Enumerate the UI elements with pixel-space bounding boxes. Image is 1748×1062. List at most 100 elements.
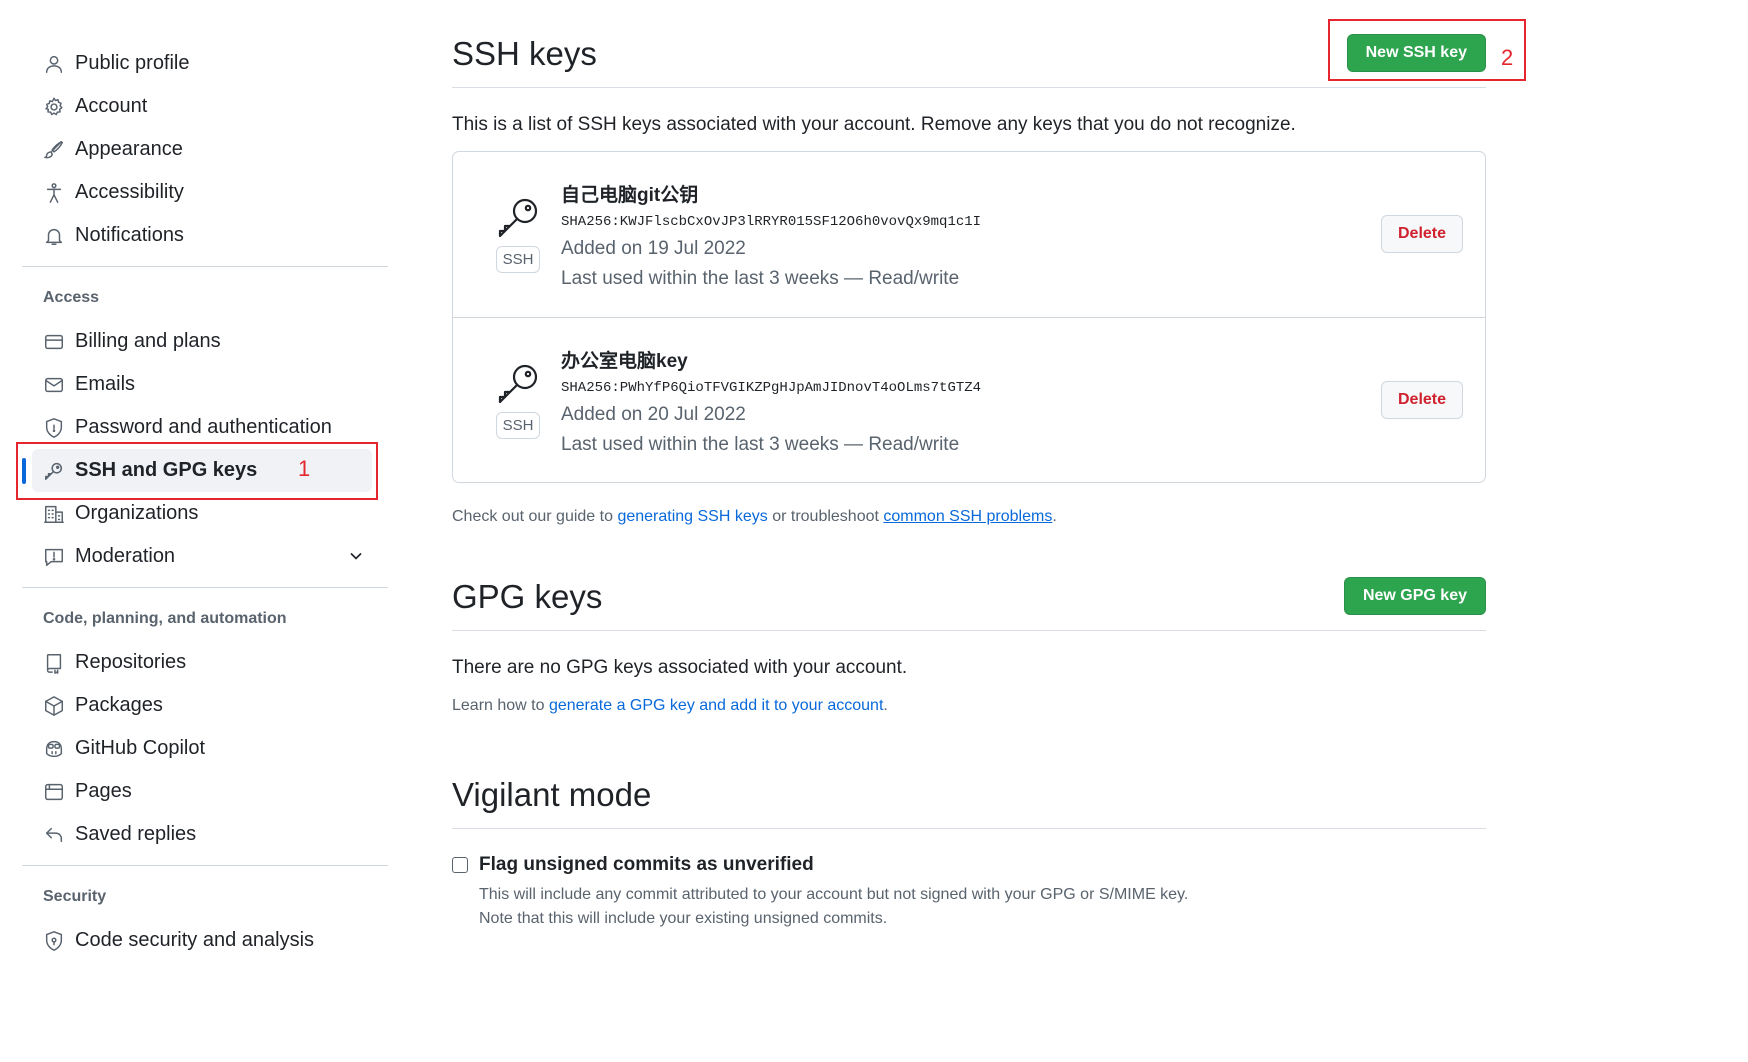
- sidebar-group-title: Access: [43, 289, 100, 306]
- ssh-keys-description: This is a list of SSH keys associated wi…: [452, 114, 1296, 135]
- sidebar-item-account[interactable]: Account: [22, 85, 388, 128]
- shield-lock-icon: [42, 416, 66, 440]
- sidebar-item-notifications[interactable]: Notifications: [22, 214, 388, 257]
- sidebar-divider: [22, 266, 388, 267]
- bell-icon: [42, 224, 66, 248]
- report-icon: [42, 545, 66, 569]
- sidebar-item-public-profile[interactable]: Public profile: [22, 42, 388, 85]
- settings-sidebar: Public profile Account Appearance Access…: [22, 42, 388, 962]
- ssh-guide-prefix: Check out our guide to: [452, 508, 618, 525]
- ssh-keys-header: SSH keys New SSH key: [452, 22, 1486, 88]
- browser-icon: [42, 780, 66, 804]
- mail-icon: [42, 373, 66, 397]
- credit-card-icon: [42, 330, 66, 354]
- ssh-key-last-used: Last used within the last 3 weeks — Read…: [561, 434, 960, 455]
- vigilant-mode-note-1: This will include any commit attributed …: [479, 886, 1189, 903]
- sidebar-item-emails[interactable]: Emails: [22, 363, 388, 406]
- sidebar-item-saved-replies[interactable]: Saved replies: [22, 813, 388, 856]
- sidebar-item-pages[interactable]: Pages: [22, 770, 388, 813]
- sidebar-group-title: Security: [43, 888, 107, 905]
- sidebar-item-moderation[interactable]: Moderation: [22, 535, 388, 578]
- ssh-key-item: SSH 自己电脑git公钥 SHA256:KWJFlscbCxOvJP3lRRY…: [453, 152, 1485, 317]
- sidebar-item-label: Account: [75, 95, 148, 117]
- ssh-guide-text: Check out our guide to generating SSH ke…: [452, 508, 1486, 526]
- ssh-key-fingerprint: SHA256:KWJFlscbCxOvJP3lRRYR015SF12O6h0vo…: [561, 214, 982, 230]
- sidebar-item-billing[interactable]: Billing and plans: [22, 320, 388, 363]
- main-content: SSH keys New SSH key This is a list of S…: [452, 22, 1486, 931]
- vigilant-mode-note-2: Note that this will include your existin…: [479, 910, 888, 927]
- key-icon: [495, 360, 543, 408]
- sidebar-item-label: Saved replies: [75, 823, 197, 845]
- new-ssh-key-button[interactable]: New SSH key: [1346, 34, 1486, 72]
- key-icon: [495, 194, 543, 242]
- new-gpg-key-button[interactable]: New GPG key: [1343, 577, 1486, 615]
- accessibility-icon: [42, 181, 66, 205]
- paintbrush-icon: [42, 138, 66, 162]
- ssh-key-last-used: Last used within the last 3 weeks — Read…: [561, 268, 960, 289]
- ssh-key-fingerprint: SHA256:PWhYfP6QioTFVGIKZPgHJpAmJIDnovT4o…: [561, 380, 982, 396]
- ssh-badge: SSH: [496, 412, 540, 439]
- sidebar-item-label: Password and authentication: [75, 416, 332, 438]
- sidebar-item-label: Billing and plans: [75, 330, 221, 352]
- reply-icon: [42, 823, 66, 847]
- person-icon: [42, 52, 66, 76]
- vigilant-mode-header: Vigilant mode: [452, 763, 1486, 829]
- gpg-learn-text: Learn how to generate a GPG key and add …: [452, 697, 1486, 715]
- sidebar-divider: [22, 865, 388, 866]
- ssh-key-added-date: Added on 20 Jul 2022: [561, 404, 746, 425]
- sidebar-item-repositories[interactable]: Repositories: [22, 641, 388, 684]
- sidebar-item-label: Repositories: [75, 651, 187, 673]
- ssh-key-item: SSH 办公室电脑key SHA256:PWhYfP6QioTFVGIKZPgH…: [453, 317, 1485, 482]
- gpg-learn-prefix: Learn how to: [452, 697, 549, 714]
- sidebar-item-appearance[interactable]: Appearance: [22, 128, 388, 171]
- sidebar-item-copilot[interactable]: GitHub Copilot: [22, 727, 388, 770]
- ssh-keys-title: SSH keys: [452, 35, 597, 72]
- delete-ssh-key-button[interactable]: Delete: [1381, 381, 1463, 419]
- chevron-down-icon[interactable]: [346, 546, 366, 572]
- sidebar-item-label: Pages: [75, 780, 132, 802]
- sidebar-item-label: GitHub Copilot: [75, 737, 206, 759]
- sidebar-item-label: Code security and analysis: [75, 929, 315, 951]
- ssh-key-title: 自己电脑git公钥: [561, 185, 699, 206]
- sidebar-item-label: Emails: [75, 373, 136, 395]
- shield-lock-icon: [42, 929, 66, 953]
- sidebar-item-code-security[interactable]: Code security and analysis: [22, 919, 388, 962]
- sidebar-item-accessibility[interactable]: Accessibility: [22, 171, 388, 214]
- sidebar-item-label: Organizations: [75, 502, 199, 524]
- vigilant-mode-option: Flag unsigned commits as unverified: [452, 854, 1486, 876]
- gear-icon: [42, 95, 66, 119]
- ssh-badge: SSH: [496, 246, 540, 273]
- gpg-learn-suffix: .: [883, 697, 888, 714]
- gpg-keys-header: GPG keys New GPG key: [452, 565, 1486, 631]
- sidebar-item-label: Packages: [75, 694, 163, 716]
- sidebar-item-packages[interactable]: Packages: [22, 684, 388, 727]
- ssh-key-title: 办公室电脑key: [561, 351, 688, 372]
- gpg-keys-title: GPG keys: [452, 578, 603, 615]
- repo-icon: [42, 651, 66, 675]
- sidebar-group-title: Code, planning, and automation: [43, 610, 287, 627]
- ssh-key-added-date: Added on 19 Jul 2022: [561, 238, 746, 259]
- annotation-label-2: 2: [1501, 45, 1514, 70]
- generate-gpg-key-link[interactable]: generate a GPG key and add it to your ac…: [549, 697, 883, 714]
- gpg-empty-message: There are no GPG keys associated with yo…: [452, 657, 908, 678]
- annotation-label-1: 1: [298, 456, 311, 481]
- copilot-icon: [42, 737, 66, 761]
- sidebar-item-label: Public profile: [75, 52, 190, 74]
- package-icon: [42, 694, 66, 718]
- flag-unsigned-commits-checkbox[interactable]: [452, 857, 468, 873]
- common-ssh-problems-link[interactable]: common SSH problems: [883, 508, 1052, 525]
- ssh-guide-mid: or troubleshoot: [767, 508, 884, 525]
- sidebar-item-label: Moderation: [75, 545, 176, 567]
- vigilant-mode-title: Vigilant mode: [452, 776, 652, 813]
- ssh-key-list: SSH 自己电脑git公钥 SHA256:KWJFlscbCxOvJP3lRRY…: [452, 151, 1486, 483]
- sidebar-item-label: Notifications: [75, 224, 184, 246]
- annotation-box-1: [16, 442, 378, 500]
- organization-icon: [42, 502, 66, 526]
- sidebar-item-label: Appearance: [75, 138, 183, 160]
- flag-unsigned-commits-label[interactable]: Flag unsigned commits as unverified: [479, 854, 814, 876]
- delete-ssh-key-button[interactable]: Delete: [1381, 215, 1463, 253]
- sidebar-divider: [22, 587, 388, 588]
- sidebar-item-label: Accessibility: [75, 181, 184, 203]
- ssh-guide-suffix: .: [1052, 508, 1057, 525]
- generating-ssh-keys-link[interactable]: generating SSH keys: [617, 508, 767, 525]
